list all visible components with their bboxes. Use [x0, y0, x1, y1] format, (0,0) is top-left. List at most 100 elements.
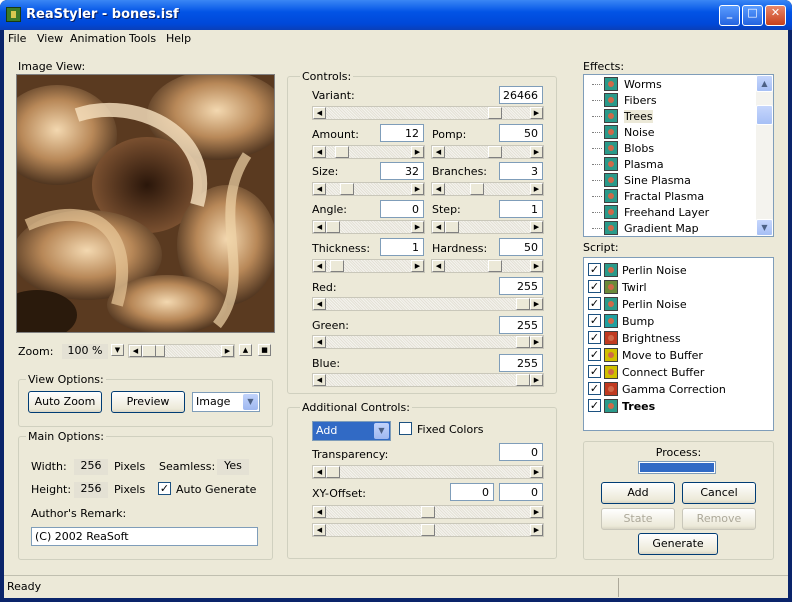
script-item-checkbox[interactable]: ✓: [588, 263, 601, 276]
script-item-checkbox[interactable]: ✓: [588, 348, 601, 361]
auto-zoom-button[interactable]: Auto Zoom: [28, 391, 102, 413]
slider-thumb[interactable]: [470, 183, 484, 195]
script-item[interactable]: ✓ Perlin Noise: [588, 263, 758, 278]
variant-slider[interactable]: ◀ ▶: [312, 106, 544, 120]
scroll-thumb[interactable]: [756, 105, 773, 125]
effect-item[interactable]: Worms: [592, 77, 754, 92]
slider-thumb[interactable]: [488, 260, 502, 272]
slider-thumb[interactable]: [516, 374, 530, 386]
slider-left-arrow[interactable]: ◀: [313, 524, 326, 536]
menu-animation[interactable]: Animation: [70, 32, 126, 45]
state-button[interactable]: State: [601, 508, 675, 530]
slider-right-arrow[interactable]: ▶: [530, 506, 543, 518]
zoom-down-button[interactable]: ▼: [111, 344, 124, 356]
zoom-slider[interactable]: ◀ ▶ ◀▶: [128, 344, 235, 358]
script-item[interactable]: ✓ Connect Buffer: [588, 365, 758, 380]
slider-thumb[interactable]: [335, 146, 349, 158]
thickness-slider[interactable]: ◀ ▶: [312, 259, 425, 273]
blue-slider[interactable]: ◀ ▶: [312, 373, 544, 387]
effect-item[interactable]: Freehand Layer: [592, 205, 754, 220]
slider-thumb[interactable]: [421, 524, 435, 536]
angle-slider[interactable]: ◀ ▶: [312, 220, 425, 234]
slider-right-arrow[interactable]: ▶: [411, 221, 424, 233]
blue-input[interactable]: 255: [499, 354, 543, 372]
slider-left-arrow[interactable]: ◀: [313, 336, 326, 348]
slider-left-arrow[interactable]: ◀: [313, 221, 326, 233]
slider-left-arrow[interactable]: ◀: [313, 466, 326, 478]
script-item[interactable]: ✓ Bump: [588, 314, 758, 329]
slider-thumb[interactable]: [516, 298, 530, 310]
effect-item[interactable]: Fibers: [592, 93, 754, 108]
script-item[interactable]: ✓ Twirl: [588, 280, 758, 295]
maximize-button[interactable]: □: [742, 5, 763, 26]
slider-left-arrow[interactable]: ◀: [313, 260, 326, 272]
script-item-checkbox[interactable]: ✓: [588, 382, 601, 395]
hardness-slider[interactable]: ◀ ▶: [431, 259, 544, 273]
slider-left-arrow[interactable]: ◀: [432, 146, 445, 158]
scroll-down-icon[interactable]: ▼: [756, 219, 773, 236]
menu-view[interactable]: View: [37, 32, 63, 45]
transparency-slider[interactable]: ◀ ▶: [312, 465, 544, 479]
slider-right-arrow[interactable]: ▶: [530, 466, 543, 478]
title-bar[interactable]: ReaStyler - bones.isf _ □ ✕: [0, 0, 792, 30]
red-slider[interactable]: ◀ ▶: [312, 297, 544, 311]
amount-slider[interactable]: ◀ ▶: [312, 145, 425, 159]
menu-help[interactable]: Help: [166, 32, 191, 45]
branches-slider[interactable]: ◀ ▶: [431, 182, 544, 196]
slider-right-arrow[interactable]: ▶: [221, 345, 234, 357]
effects-tree[interactable]: Worms Fibers Trees Noise Blobs Plasma Sine Pla…: [583, 74, 774, 237]
slider-left-arrow[interactable]: ◀: [313, 146, 326, 158]
pomp-slider[interactable]: ◀ ▶: [431, 145, 544, 159]
scroll-up-icon[interactable]: ▲: [756, 75, 773, 92]
effect-item[interactable]: Fractal Plasma: [592, 189, 754, 204]
effect-item[interactable]: Sine Plasma: [592, 173, 754, 188]
add-button[interactable]: Add: [601, 482, 675, 504]
app-icon[interactable]: [6, 7, 21, 22]
chevron-down-icon[interactable]: ▼: [374, 423, 389, 439]
script-item-checkbox[interactable]: ✓: [588, 314, 601, 327]
slider-left-arrow[interactable]: ◀: [313, 183, 326, 195]
slider-right-arrow[interactable]: ▶: [530, 146, 543, 158]
zoom-up-button[interactable]: ▲: [239, 344, 252, 356]
slider-thumb[interactable]: [340, 183, 354, 195]
blend-mode-select[interactable]: Add ▼: [312, 421, 391, 441]
slider-right-arrow[interactable]: ▶: [530, 183, 543, 195]
slider-left-arrow[interactable]: ◀: [432, 260, 445, 272]
slider-right-arrow[interactable]: ▶: [411, 183, 424, 195]
script-list[interactable]: ✓ Perlin Noise ✓ Twirl ✓ Perlin Noise ✓ Bump ✓ Br…: [583, 257, 774, 431]
y-offset-slider[interactable]: ◀ ▶: [312, 523, 544, 537]
thickness-input[interactable]: 1: [380, 238, 424, 256]
slider-left-arrow[interactable]: ◀: [313, 298, 326, 310]
amount-input[interactable]: 12: [380, 124, 424, 142]
chevron-down-icon[interactable]: ▼: [243, 394, 258, 410]
auto-generate-checkbox[interactable]: ✓: [158, 482, 171, 495]
effect-item[interactable]: Trees: [592, 109, 754, 124]
auto-generate-label[interactable]: Auto Generate: [176, 483, 256, 496]
y-offset-input[interactable]: 0: [499, 483, 543, 501]
x-offset-input[interactable]: 0: [450, 483, 494, 501]
script-item[interactable]: ✓ Trees: [588, 399, 758, 414]
red-input[interactable]: 255: [499, 277, 543, 295]
slider-right-arrow[interactable]: ▶: [530, 107, 543, 119]
slider-thumb[interactable]: [142, 345, 156, 357]
preview-button[interactable]: Preview: [111, 391, 185, 413]
zoom-stop-button[interactable]: ■: [258, 344, 271, 356]
size-input[interactable]: 32: [380, 162, 424, 180]
slider-left-arrow[interactable]: ◀: [313, 107, 326, 119]
step-input[interactable]: 1: [499, 200, 543, 218]
menu-file[interactable]: File: [8, 32, 26, 45]
transparency-input[interactable]: 0: [499, 443, 543, 461]
script-item-checkbox[interactable]: ✓: [588, 280, 601, 293]
fixed-colors-label[interactable]: Fixed Colors: [417, 423, 483, 436]
slider-left-arrow[interactable]: ◀: [432, 221, 445, 233]
step-slider[interactable]: ◀ ▶: [431, 220, 544, 234]
green-slider[interactable]: ◀ ▶: [312, 335, 544, 349]
effect-item[interactable]: Gradient Map: [592, 221, 754, 236]
slider-left-arrow[interactable]: ◀: [313, 506, 326, 518]
script-item[interactable]: ✓ Brightness: [588, 331, 758, 346]
slider-thumb[interactable]: [326, 466, 340, 478]
slider-right-arrow[interactable]: ▶: [411, 260, 424, 272]
angle-input[interactable]: 0: [380, 200, 424, 218]
close-button[interactable]: ✕: [765, 5, 786, 26]
pomp-input[interactable]: 50: [499, 124, 543, 142]
